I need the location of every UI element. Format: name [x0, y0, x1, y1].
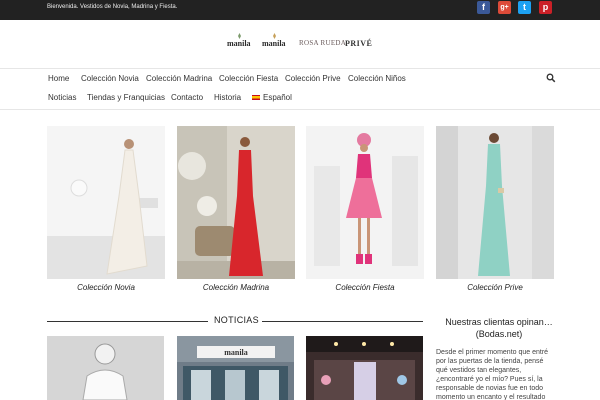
prive-logo[interactable]: PRIVÉ — [345, 39, 372, 48]
news-heading: NOTICIAS — [214, 315, 259, 325]
collection-caption-fiesta[interactable]: Colección Fiesta — [306, 283, 424, 292]
main-nav: Home Colección Novia Colección Madrina C… — [0, 68, 600, 110]
news-image-store[interactable]: manila — [177, 336, 294, 400]
spain-flag-icon — [252, 95, 260, 101]
welcome-text: Bienvenida. Vestidos de Novia, Madrina y… — [47, 4, 178, 10]
testimonial-text: Desde el primer momento que entré por la… — [436, 349, 549, 400]
collection-image-prive[interactable] — [436, 126, 554, 279]
collection-caption-novia[interactable]: Colección Novia — [47, 283, 165, 292]
nav-coleccion-prive[interactable]: Colección Prive — [285, 74, 341, 83]
testimonials-title: Nuestras clientas opinan… (Bodas.net) — [445, 317, 553, 339]
collection-caption-madrina[interactable]: Colección Madrina — [177, 283, 295, 292]
top-bar: Bienvenida. Vestidos de Novia, Madrina y… — [0, 0, 600, 20]
rosa-rueda-logo[interactable]: ROSA RUEDA — [299, 39, 346, 47]
pinterest-icon[interactable]: p — [539, 1, 552, 14]
collection-image-fiesta[interactable] — [306, 126, 424, 279]
nav-language[interactable]: Español — [252, 93, 292, 102]
collection-caption-prive[interactable]: Colección Prive — [436, 283, 554, 292]
facebook-icon[interactable]: f — [477, 1, 490, 14]
news-image-model[interactable] — [47, 336, 164, 400]
search-icon[interactable] — [546, 73, 556, 83]
nav-coleccion-novia[interactable]: Colección Novia — [81, 74, 139, 83]
manila-logo[interactable]: manila — [227, 39, 251, 48]
nav-historia[interactable]: Historia — [214, 93, 241, 102]
manila-fiesta-logo[interactable]: manila — [262, 39, 286, 48]
nav-tiendas[interactable]: Tiendas y Franquicias — [87, 93, 165, 102]
store-sign-text: manila — [224, 348, 248, 357]
nav-noticias[interactable]: Noticias — [48, 93, 76, 102]
nav-coleccion-fiesta[interactable]: Colección Fiesta — [219, 74, 278, 83]
brand-logos: manila manila ROSA RUEDA PRIVÉ — [0, 20, 600, 68]
google-plus-icon[interactable]: g+ — [498, 1, 511, 14]
collection-image-novia[interactable] — [47, 126, 165, 279]
collection-image-madrina[interactable] — [177, 126, 295, 279]
nav-coleccion-madrina[interactable]: Colección Madrina — [146, 74, 212, 83]
language-label: Español — [263, 93, 292, 102]
nav-coleccion-ninos[interactable]: Colección Niños — [348, 74, 406, 83]
divider-right — [262, 321, 423, 322]
nav-home[interactable]: Home — [48, 74, 69, 83]
nav-contacto[interactable]: Contacto — [171, 93, 203, 102]
twitter-icon[interactable]: t — [518, 1, 531, 14]
divider-left — [47, 321, 208, 322]
news-image-event[interactable] — [306, 336, 423, 400]
